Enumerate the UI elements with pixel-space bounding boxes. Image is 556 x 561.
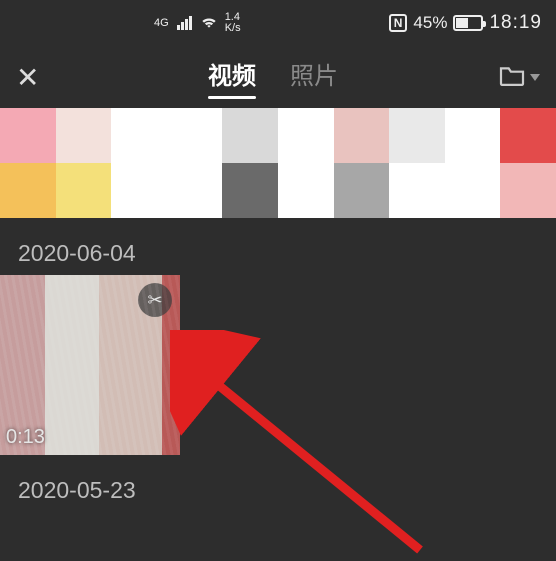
tab-video[interactable]: 视频: [208, 56, 256, 99]
signal-strength-icon: [177, 16, 193, 30]
censored-banner: [0, 108, 556, 218]
clock: 18:19: [489, 12, 542, 34]
folder-icon: [498, 64, 526, 91]
date-header-1: 2020-06-04: [0, 218, 556, 275]
date-header-2: 2020-05-23: [0, 455, 556, 512]
tab-photo[interactable]: 照片: [290, 56, 338, 99]
close-button[interactable]: ✕: [16, 61, 56, 94]
nfc-icon: N: [389, 14, 408, 32]
network-type-label: 4G: [154, 18, 169, 29]
video-thumbnail-1[interactable]: ✂ 0:13: [0, 275, 180, 455]
media-type-tabs: 视频 照片: [56, 56, 490, 99]
battery-percentage: 45%: [413, 13, 447, 33]
annotation-arrow: [170, 330, 430, 560]
battery-icon: [453, 15, 483, 31]
network-speed: 1.4K/s: [225, 12, 241, 34]
folder-picker-button[interactable]: [490, 64, 540, 91]
top-nav-bar: ✕ 视频 照片: [0, 46, 556, 108]
close-icon: ✕: [16, 62, 39, 93]
wifi-icon: [199, 13, 219, 34]
tab-photo-label: 照片: [290, 63, 338, 90]
video-duration: 0:13: [6, 426, 45, 449]
status-bar: 4G 1.4K/s N 45% 18:19: [0, 0, 556, 46]
edit-badge[interactable]: ✂: [138, 283, 172, 317]
tab-video-label: 视频: [208, 63, 256, 90]
chevron-down-icon: [530, 74, 540, 81]
scissors-icon: ✂: [147, 290, 162, 311]
